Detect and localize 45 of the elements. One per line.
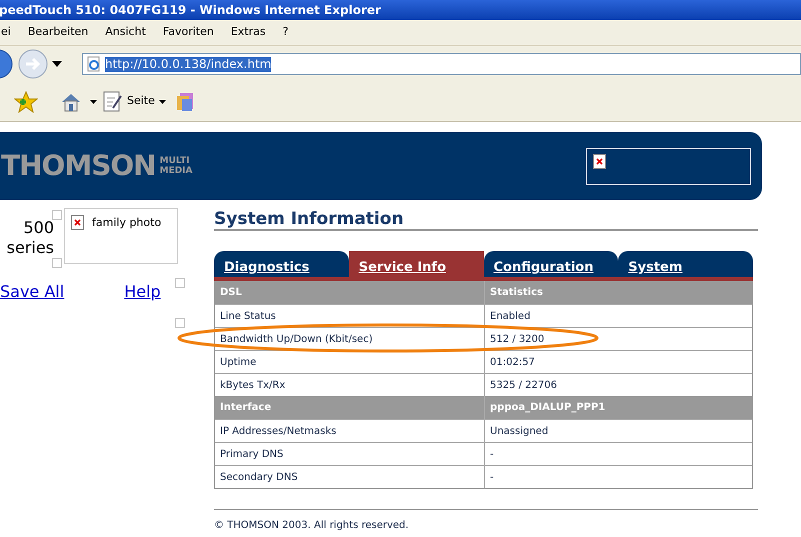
table-cell-text: 5325 / 22706 bbox=[489, 378, 558, 392]
home-icon[interactable] bbox=[60, 92, 82, 112]
tab[interactable]: Service Info bbox=[348, 251, 484, 277]
tab[interactable]: Configuration bbox=[484, 251, 618, 277]
table-cell-text: Enabled bbox=[489, 310, 532, 324]
menu-item[interactable]: Bearbeiten bbox=[28, 24, 88, 41]
copyright-text: © THOMSON 2003. All rights reserved. bbox=[214, 520, 409, 531]
model-label: 500 bbox=[23, 218, 54, 238]
tab[interactable]: System bbox=[618, 251, 753, 277]
table-cell: Secondary DNS bbox=[215, 466, 485, 488]
table-cell-text: - bbox=[489, 448, 495, 462]
model-label: series bbox=[6, 238, 54, 258]
table-cell-text: - bbox=[489, 470, 495, 484]
help-link[interactable]: Help bbox=[124, 280, 161, 304]
address-field[interactable]: http://10.0.0.138/index.htm bbox=[82, 53, 801, 75]
tab[interactable]: Diagnostics bbox=[214, 251, 349, 277]
logo: THOMSON bbox=[1, 148, 156, 184]
placeholder-icon bbox=[52, 258, 62, 268]
placeholder-icon bbox=[52, 210, 62, 220]
window-title: peedTouch 510: 0407FG119 - Windows Internet Explorer bbox=[0, 2, 381, 19]
table-header-cell-text: Statistics bbox=[489, 286, 544, 300]
image-alt-text: family photo bbox=[92, 215, 162, 231]
menu-item[interactable]: ? bbox=[282, 24, 288, 41]
placeholder-icon bbox=[174, 318, 185, 328]
table-cell-text: 512 / 3200 bbox=[489, 332, 546, 346]
table-cell-text: 01:02:57 bbox=[489, 356, 536, 370]
dropdown-icon[interactable] bbox=[52, 61, 62, 67]
dropdown-icon[interactable] bbox=[90, 100, 97, 104]
add-favorite-icon[interactable] bbox=[14, 90, 38, 112]
placeholder-icon bbox=[174, 278, 185, 288]
menu-item[interactable]: Extras bbox=[230, 24, 266, 41]
page-menu-button[interactable]: Seite bbox=[103, 90, 166, 112]
save-all-link[interactable]: Save All bbox=[0, 280, 64, 304]
page-heading: System Information bbox=[214, 208, 758, 231]
logo-subtitle: MULTI MEDIA bbox=[160, 156, 192, 176]
table-cell-text: Unassigned bbox=[489, 424, 550, 438]
page-icon bbox=[103, 90, 123, 112]
dropdown-icon bbox=[158, 100, 166, 104]
menu-item[interactable]: ei bbox=[1, 24, 11, 41]
menu-item[interactable]: Favoriten bbox=[162, 24, 214, 41]
broken-image-icon bbox=[71, 215, 85, 231]
broken-image-icon bbox=[593, 154, 607, 170]
menu-item[interactable]: Ansicht bbox=[105, 24, 146, 41]
table-header-cell-text: pppoa_DIALUP_PPP1 bbox=[489, 401, 606, 415]
page-icon bbox=[87, 56, 101, 72]
